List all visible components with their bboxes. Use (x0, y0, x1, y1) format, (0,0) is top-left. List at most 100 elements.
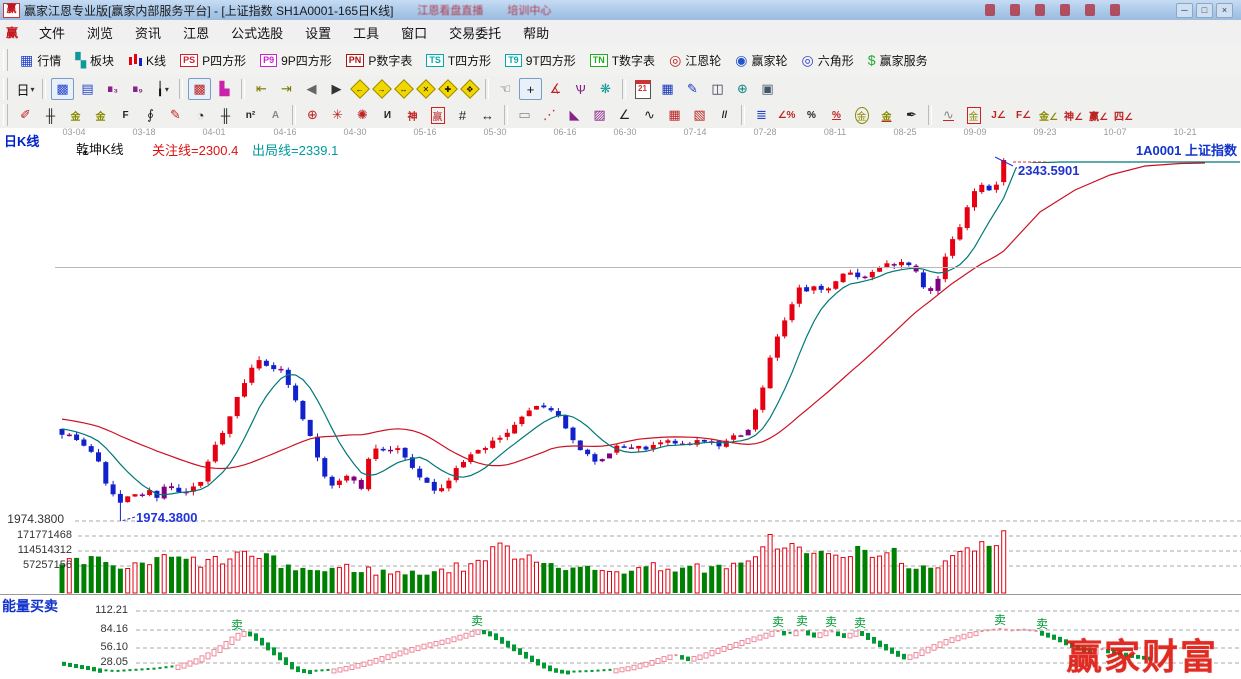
shen-tool-icon[interactable]: 神 (401, 104, 424, 126)
volume-profile-icon[interactable]: ▙ (213, 78, 236, 100)
zigzag-icon[interactable]: ∿ (638, 104, 661, 126)
gold-angle-icon[interactable]: 金∠ (1037, 104, 1060, 126)
gold-ratio-b-icon[interactable]: 金 (89, 104, 112, 126)
minimize-button[interactable]: ─ (1176, 3, 1193, 18)
grid-red-icon[interactable]: ▦ (663, 104, 686, 126)
kline-canvas[interactable] (0, 128, 1241, 679)
wave-red-line-icon[interactable]: ∿ (937, 104, 960, 126)
tool-行情[interactable]: ▦行情 (13, 49, 68, 72)
titlebar-badge-6[interactable] (1110, 4, 1120, 16)
calendar-icon[interactable]: 21 (631, 78, 654, 100)
wave-flower-icon[interactable]: ❋ (594, 78, 617, 100)
j-angle-icon[interactable]: J∠ (987, 104, 1010, 126)
titlebar-link-training[interactable]: 培训中心 (507, 2, 551, 18)
n-square-icon[interactable]: n² (239, 104, 262, 126)
tool-板块[interactable]: ▚板块 (68, 49, 121, 72)
diamond-move-icon[interactable]: ✥ (460, 79, 480, 99)
diamond-plus-icon[interactable]: ✚ (438, 79, 458, 99)
diamond-left-icon[interactable]: ← (350, 79, 370, 99)
spiral-5-icon[interactable]: ∮ (139, 104, 162, 126)
percent-icon[interactable]: % (800, 104, 823, 126)
gold-line-icon[interactable]: 金 (875, 104, 898, 126)
titlebar-badge-4[interactable] (1060, 4, 1070, 16)
width-measure-icon[interactable]: ↔ (476, 104, 499, 126)
box-diagonal-icon[interactable]: ▨ (588, 104, 611, 126)
bars-9-icon[interactable]: ∎₉ (126, 78, 149, 100)
fibo-f-icon[interactable]: F (114, 104, 137, 126)
crosshair-tool-icon[interactable]: + (519, 78, 542, 100)
diamond-right-icon[interactable]: → (372, 79, 392, 99)
candle-style-icon[interactable]: ╽▾ (151, 78, 174, 100)
angle-percent-icon[interactable]: ∠% (775, 104, 798, 126)
menu-item-文件[interactable]: 文件 (28, 23, 76, 42)
f-angle-icon[interactable]: F∠ (1012, 104, 1035, 126)
nav-prev-icon[interactable]: ◀ (300, 78, 323, 100)
tool-P数字表[interactable]: PNP数字表 (339, 49, 420, 72)
hatch-plain-icon[interactable]: ╫ (214, 104, 237, 126)
menu-item-设置[interactable]: 设置 (294, 23, 342, 42)
hand-tool-icon[interactable]: ☜ (494, 78, 517, 100)
chip-distribution-icon[interactable]: ▩ (51, 78, 74, 100)
tool-T数字表[interactable]: TNT数字表 (583, 49, 662, 72)
nav-first-icon[interactable]: ⇤ (250, 78, 273, 100)
menu-item-江恩[interactable]: 江恩 (172, 23, 220, 42)
hatch-123-icon[interactable]: # (451, 104, 474, 126)
titlebar-badge-1[interactable] (985, 4, 995, 16)
tool-江恩轮[interactable]: ◎江恩轮 (662, 49, 728, 72)
tool-赢家轮[interactable]: ◉赢家轮 (728, 49, 794, 72)
bars-ladder-icon[interactable]: ≣ (750, 104, 773, 126)
tool-T四方形[interactable]: TST四方形 (419, 49, 498, 72)
menu-item-资讯[interactable]: 资讯 (124, 23, 172, 42)
si-angle-icon[interactable]: 四∠ (1112, 104, 1135, 126)
menu-item-交易委托[interactable]: 交易委托 (438, 23, 512, 42)
ink-pen-icon[interactable]: ✒ (900, 104, 923, 126)
web-export-icon[interactable]: ⊕ (731, 78, 754, 100)
menu-item-窗口[interactable]: 窗口 (390, 23, 438, 42)
gann-grid-red-icon[interactable]: ▩ (188, 78, 211, 100)
slant-lines-icon[interactable]: // (713, 104, 736, 126)
diamond-cross-icon[interactable]: ✕ (416, 79, 436, 99)
notes-icon[interactable]: ✎ (681, 78, 704, 100)
close-button[interactable]: × (1216, 3, 1233, 18)
menu-item-工具[interactable]: 工具 (342, 23, 390, 42)
gann-web-icon[interactable]: ✺ (351, 104, 374, 126)
percent-line-icon[interactable]: % (825, 104, 848, 126)
tool-9P四方形[interactable]: P99P四方形 (253, 49, 339, 72)
workstation-icon[interactable]: ▣ (756, 78, 779, 100)
menu-item-浏览[interactable]: 浏览 (76, 23, 124, 42)
gold-circle-icon[interactable]: 金 (850, 104, 873, 126)
titlebar-link-live[interactable]: 江恩看盘直播 (417, 2, 483, 18)
titlebar-badge-5[interactable] (1085, 4, 1095, 16)
info-list-icon[interactable]: ▤ (76, 78, 99, 100)
nav-next-icon[interactable]: ▶ (325, 78, 348, 100)
titlebar-badge-3[interactable] (1035, 4, 1045, 16)
shen-angle-icon[interactable]: 神∠ (1062, 104, 1085, 126)
calculator-icon[interactable]: ▦ (656, 78, 679, 100)
draw-pencil-2-icon[interactable]: ✎ (164, 104, 187, 126)
angle-lines-icon[interactable]: ∠ (613, 104, 636, 126)
angle-tool-icon[interactable]: ∡ (544, 78, 567, 100)
time-circle-icon[interactable]: ◔ (189, 104, 212, 126)
save-icon[interactable]: ◫ (706, 78, 729, 100)
tool-六角形[interactable]: ◎六角形 (795, 49, 861, 72)
kline-type-dropdown-arrow[interactable]: ▼ (82, 150, 89, 157)
tool-K线[interactable]: K线 (121, 49, 173, 72)
hatch-lines-icon[interactable]: ╫ (39, 104, 62, 126)
bars-3-icon[interactable]: ∎₃ (101, 78, 124, 100)
star-burst-icon[interactable]: ✳ (326, 104, 349, 126)
text-lines-icon[interactable]: A (264, 104, 287, 126)
gold-ratio-a-icon[interactable]: 金 (64, 104, 87, 126)
tool-P四方形[interactable]: PSP四方形 (173, 49, 253, 72)
tool-赢家服务[interactable]: $赢家服务 (861, 49, 935, 72)
n-quote-icon[interactable]: И (376, 104, 399, 126)
ray-box-icon[interactable]: ◣ (563, 104, 586, 126)
ying-angle-icon[interactable]: 赢∠ (1087, 104, 1110, 126)
menu-item-帮助[interactable]: 帮助 (512, 23, 560, 42)
tool-9T四方形[interactable]: T99T四方形 (498, 49, 583, 72)
ying-tool-icon[interactable]: 赢 (426, 104, 449, 126)
rays-fan-icon[interactable]: ⋰ (538, 104, 561, 126)
period-day-selector-icon[interactable]: 日▾ (14, 78, 37, 100)
target-circle-icon[interactable]: ⊕ (301, 104, 324, 126)
titlebar-badge-2[interactable] (1010, 4, 1020, 16)
grid-arrow-icon[interactable]: ▧ (688, 104, 711, 126)
